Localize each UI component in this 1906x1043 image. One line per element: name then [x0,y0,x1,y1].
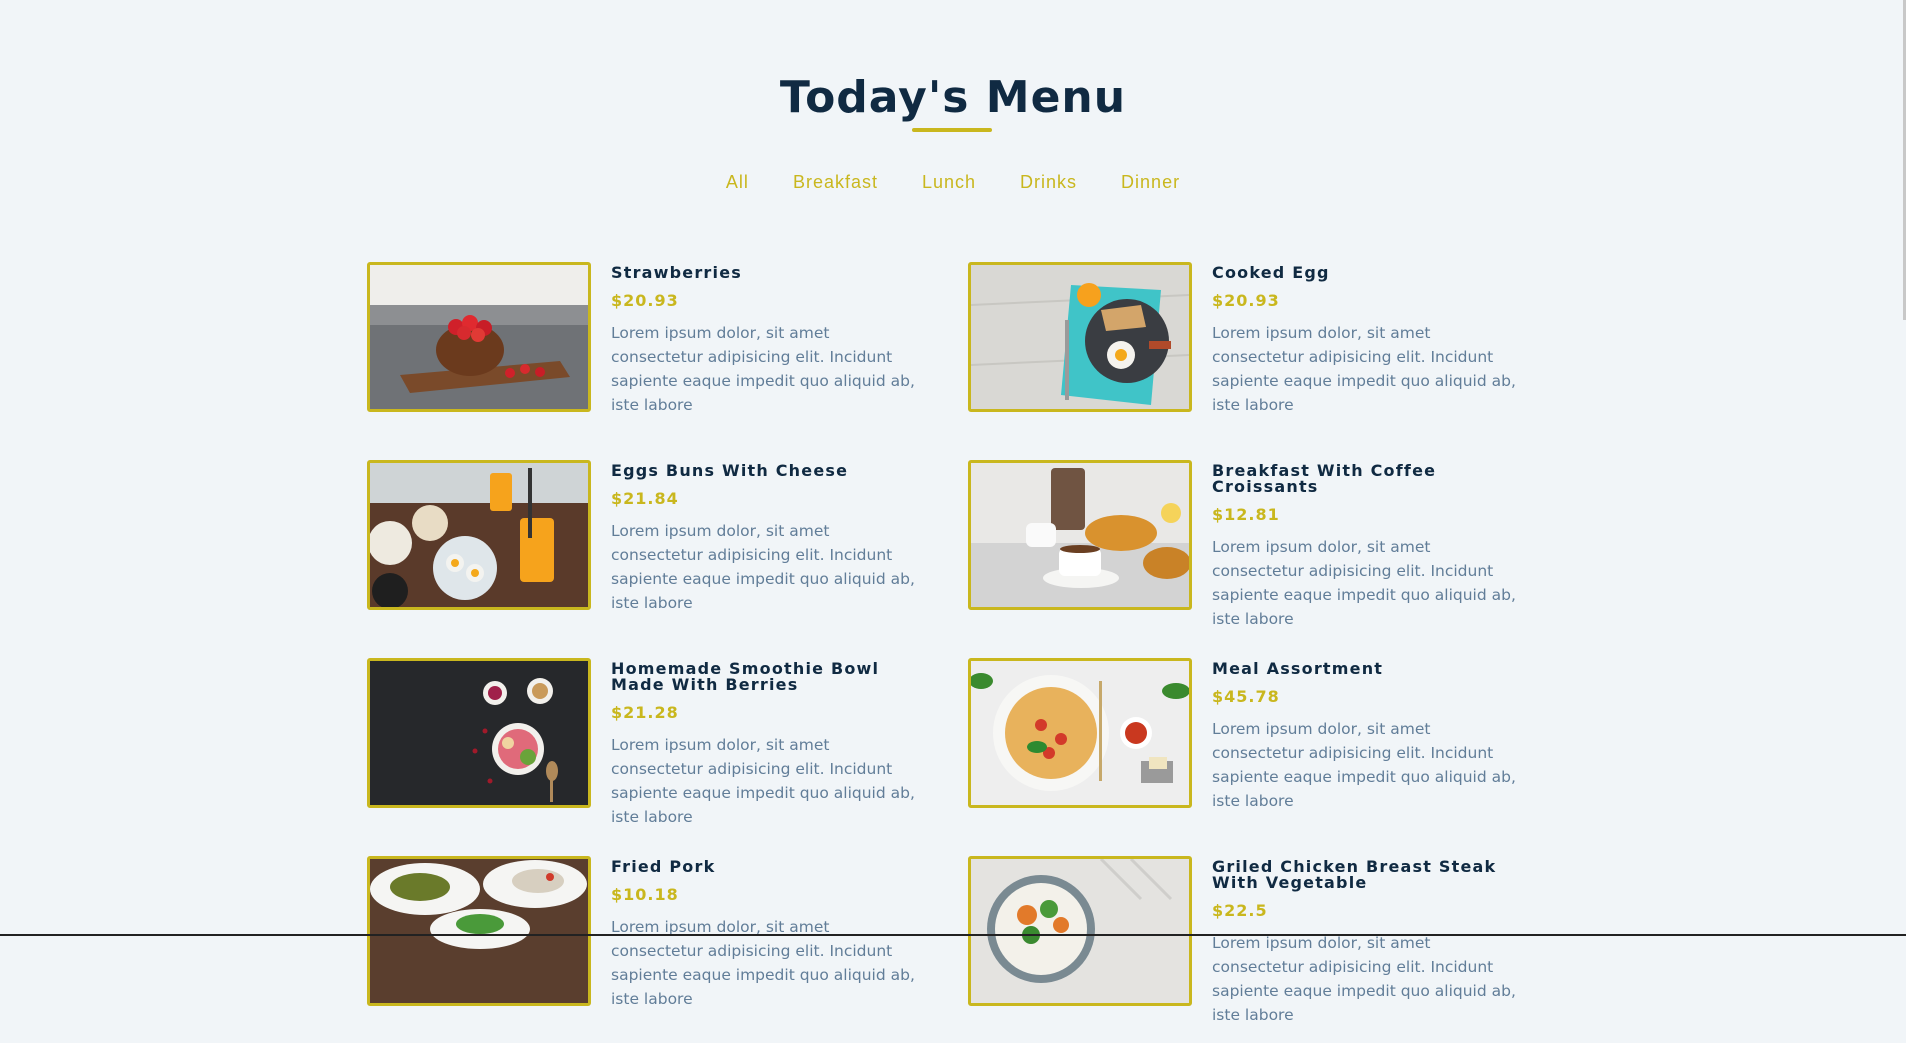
menu-item-price: $21.28 [611,703,679,722]
menu-item-info: Meal Assortment $45.78 Lorem ipsum dolor… [1212,658,1522,829]
filter-breakfast-button[interactable]: Breakfast [771,168,900,197]
menu-item-price: $45.78 [1212,687,1280,706]
menu-item-price: $20.93 [611,291,679,310]
filter-lunch-button[interactable]: Lunch [900,168,998,197]
menu-item-name: Strawberries [611,263,742,282]
menu-item: Eggs Buns With Cheese $21.84 Lorem ipsum… [367,460,968,612]
menu-item-info: Griled Chicken Breast Steak With Vegetab… [1212,856,1522,1043]
menu-item-description: Lorem ipsum dolor, sit amet consectetur … [611,324,915,414]
menu-item-price: $10.18 [611,885,679,904]
menu-item-description: Lorem ipsum dolor, sit amet consectetur … [611,918,915,1008]
menu-item-name: Fried Pork [611,857,716,876]
grilled-chicken-photo [968,856,1192,1006]
menu-item-description: Lorem ipsum dolor, sit amet consectetur … [1212,934,1516,1024]
menu-item-info: Homemade Smoothie Bowl Made With Berries… [611,658,921,845]
menu-item: Meal Assortment $45.78 Lorem ipsum dolor… [968,658,1557,810]
menu-item-description: Lorem ipsum dolor, sit amet consectetur … [1212,324,1516,414]
strawberries-photo [367,262,591,412]
page-title: Today's Menu [779,72,1127,123]
menu-item: Strawberries $20.93 Lorem ipsum dolor, s… [367,262,968,414]
menu-item: Homemade Smoothie Bowl Made With Berries… [367,658,968,826]
menu-item: Breakfast With Coffee Croissants $12.81 … [968,460,1557,628]
meal-assortment-photo [968,658,1192,808]
menu-item-description: Lorem ipsum dolor, sit amet consectetur … [611,522,915,612]
menu-item-name: Meal Assortment [1212,659,1384,678]
menu-item-price: $20.93 [1212,291,1280,310]
menu-item-name: Homemade Smoothie Bowl Made With Berries [611,659,880,694]
menu-grid: Strawberries $20.93 Lorem ipsum dolor, s… [367,262,1557,1024]
menu-item-name: Eggs Buns With Cheese [611,461,849,480]
filter-all-button[interactable]: All [704,168,771,197]
cooked-egg-photo [968,262,1192,412]
title-underline [912,128,992,132]
eggs-buns-photo [367,460,591,610]
filter-drinks-button[interactable]: Drinks [998,168,1099,197]
menu-item: Cooked Egg $20.93 Lorem ipsum dolor, sit… [968,262,1557,414]
menu-item-description: Lorem ipsum dolor, sit amet consectetur … [1212,720,1516,810]
filter-dinner-button[interactable]: Dinner [1099,168,1202,197]
smoothie-bowl-photo [367,658,591,808]
menu-item-price: $21.84 [611,489,679,508]
menu-item-info: Eggs Buns With Cheese $21.84 Lorem ipsum… [611,460,921,631]
menu-item-description: Lorem ipsum dolor, sit amet consectetur … [1212,538,1516,628]
menu-item-name: Breakfast With Coffee Croissants [1212,461,1437,496]
filter-bar: All Breakfast Lunch Drinks Dinner [0,168,1906,197]
menu-item-description: Lorem ipsum dolor, sit amet consectetur … [611,736,915,826]
menu-item: Griled Chicken Breast Steak With Vegetab… [968,856,1557,1024]
menu-item-info: Fried Pork $10.18 Lorem ipsum dolor, sit… [611,856,921,1027]
menu-item-name: Cooked Egg [1212,263,1330,282]
menu-item-info: Breakfast With Coffee Croissants $12.81 … [1212,460,1522,647]
menu-item: Fried Pork $10.18 Lorem ipsum dolor, sit… [367,856,968,1008]
menu-item-info: Strawberries $20.93 Lorem ipsum dolor, s… [611,262,921,433]
menu-item-name: Griled Chicken Breast Steak With Vegetab… [1212,857,1497,892]
menu-item-info: Cooked Egg $20.93 Lorem ipsum dolor, sit… [1212,262,1522,433]
menu-item-price: $12.81 [1212,505,1280,524]
coffee-croissants-photo [968,460,1192,610]
menu-item-price: $22.5 [1212,901,1268,920]
fried-pork-photo [367,856,591,1006]
